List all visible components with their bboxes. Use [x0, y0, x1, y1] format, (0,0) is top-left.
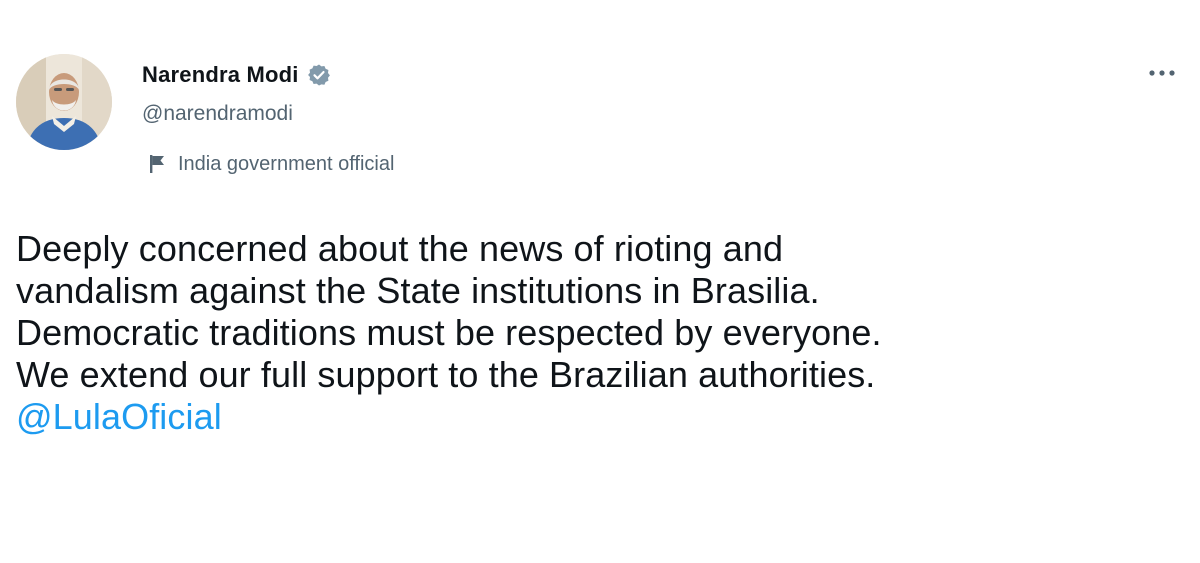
author-handle[interactable]: @narendramodi	[142, 102, 293, 126]
affiliation-text: India government official	[178, 152, 395, 175]
more-options-button[interactable]	[1142, 58, 1182, 88]
author-name-row: Narendra Modi	[142, 60, 331, 90]
author-display-name[interactable]: Narendra Modi	[142, 62, 299, 88]
tweet-line: We extend our full support to the Brazil…	[16, 354, 876, 395]
author-avatar[interactable]	[16, 54, 112, 150]
profile-photo-icon	[16, 54, 112, 150]
tweet-body: Deeply concerned about the news of rioti…	[16, 228, 1186, 438]
more-options-icon	[1149, 70, 1175, 76]
verified-badge-icon	[307, 63, 331, 87]
tweet-line: Deeply concerned about the news of rioti…	[16, 228, 784, 269]
tweet-card: Narendra Modi @narendramodi India govern…	[0, 0, 1200, 563]
flag-icon	[148, 153, 168, 175]
tweet-line: Democratic traditions must be respected …	[16, 312, 882, 353]
mention-link[interactable]: @LulaOficial	[16, 396, 222, 437]
affiliation-label[interactable]: India government official	[148, 150, 394, 178]
tweet-line: vandalism against the State institutions…	[16, 270, 820, 311]
